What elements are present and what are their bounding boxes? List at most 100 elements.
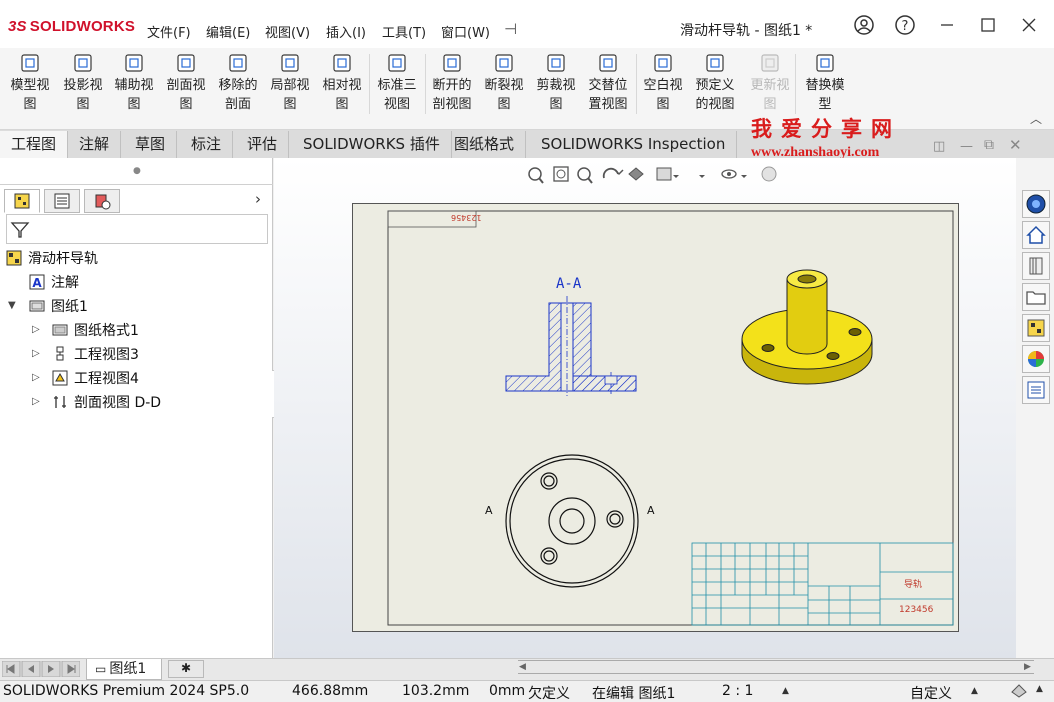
tab-annotation[interactable]: 注解: [68, 131, 122, 158]
ribbon-button-break-view[interactable]: 断裂视图: [480, 52, 528, 116]
status-units[interactable]: 自定义: [910, 683, 952, 702]
ribbon-label-line2: 图: [23, 97, 37, 112]
collapse-arrow-icon[interactable]: ▼: [8, 300, 16, 311]
ribbon-label-line2: 图: [283, 97, 297, 112]
view-close-icon[interactable]: ✕: [1009, 136, 1022, 154]
scale-dropdown-icon[interactable]: ▲: [782, 686, 789, 696]
ribbon-button-standard-3-view[interactable]: 标准三 视图: [373, 52, 421, 116]
solidworks-resources-icon[interactable]: [1022, 190, 1050, 218]
menu-view[interactable]: 视图(V): [265, 22, 310, 41]
tree-filter-box[interactable]: [6, 214, 268, 244]
tree-item-drawing-view4[interactable]: 工程视图4: [52, 368, 139, 390]
home-icon[interactable]: [1022, 221, 1050, 249]
rebuild-status-icon[interactable]: [1010, 682, 1028, 702]
ribbon-button-crop-view[interactable]: 剪裁视图: [532, 52, 580, 116]
propertymanager-tab[interactable]: [44, 189, 80, 213]
tab-solidworks-inspection[interactable]: SOLIDWORKS Inspection: [530, 131, 738, 158]
ribbon-button-model-view[interactable]: 模型视图: [5, 52, 55, 116]
ribbon-button-broken-out-section[interactable]: 断开的 剖视图: [428, 52, 476, 116]
menu-file[interactable]: 文件(F): [147, 22, 191, 41]
solidworks-logo[interactable]: 3S SOLIDWORKS: [8, 18, 135, 35]
panel-divider: [0, 184, 273, 185]
update-view-icon: [761, 54, 779, 72]
tree-item-label: 工程视图4: [74, 371, 139, 387]
design-library-icon[interactable]: [1022, 252, 1050, 280]
horizontal-scrollbar[interactable]: [518, 660, 1034, 674]
ribbon-label-line2: 剖视图: [432, 97, 472, 112]
ribbon-button-removed-section[interactable]: 移除的 剖面: [214, 52, 262, 116]
tab-markup[interactable]: 标注: [180, 131, 234, 158]
ribbon-button-predefined-view[interactable]: 预定义 的视图: [691, 52, 739, 116]
sheet-tab-sheet1[interactable]: ▭ 图纸1: [86, 659, 162, 680]
ribbon-button-projected-view[interactable]: 投影视图: [59, 52, 107, 116]
ribbon-label-line2: 型: [818, 97, 832, 112]
view-palette-icon[interactable]: [1022, 314, 1050, 342]
ribbon-label-line2: 视图: [383, 97, 410, 112]
dimxpert-tab[interactable]: [84, 189, 120, 213]
appearances-icon[interactable]: [1022, 345, 1050, 373]
status-more-icon[interactable]: ▲: [1036, 684, 1043, 694]
file-explorer-icon[interactable]: [1022, 283, 1050, 311]
section-view-icon: [177, 54, 195, 72]
menu-insert[interactable]: 插入(I): [326, 22, 366, 41]
minimize-icon[interactable]: [934, 14, 960, 40]
scroll-left-icon[interactable]: ◀: [519, 662, 526, 672]
expand-arrow-icon[interactable]: ▷: [32, 372, 40, 383]
tab-evaluate[interactable]: 评估: [236, 131, 290, 158]
ribbon-divider: [795, 54, 796, 114]
close-icon[interactable]: [1016, 14, 1042, 40]
ribbon-collapse-icon[interactable]: ︿: [1030, 110, 1042, 127]
pin-icon[interactable]: ⊣: [504, 20, 517, 38]
empty-view-icon: [654, 54, 672, 72]
ribbon-label-line2: 图: [335, 97, 349, 112]
units-dropdown-icon[interactable]: ▲: [971, 686, 978, 696]
help-icon[interactable]: ?: [892, 14, 918, 40]
tree-item-label: 工程视图3: [74, 347, 139, 363]
ribbon-button-alternate-position[interactable]: 交替位 置视图: [584, 52, 632, 116]
ribbon-label-line1: 辅助视: [114, 78, 154, 93]
status-scale[interactable]: 2 : 1: [722, 683, 753, 699]
view-maximize-icon[interactable]: ⧉: [984, 137, 994, 153]
tree-item-sheet[interactable]: 图纸1: [29, 296, 88, 318]
projected-view-icon: [56, 346, 64, 361]
expand-arrow-icon[interactable]: ▷: [32, 324, 40, 335]
ribbon-button-auxiliary-view[interactable]: 辅助视图: [110, 52, 158, 116]
ribbon-button-update-view[interactable]: 更新视图: [746, 52, 794, 116]
ribbon-button-replace-model[interactable]: 替换模型: [801, 52, 849, 116]
tree-root-part[interactable]: 滑动杆导轨: [6, 248, 98, 270]
tree-item-annotations[interactable]: A 注解: [29, 272, 79, 294]
menu-tools[interactable]: 工具(T): [382, 22, 426, 41]
tab-drawing[interactable]: 工程图: [0, 131, 69, 158]
tree-item-sheet-format[interactable]: 图纸格式1: [52, 320, 139, 342]
panel-splitter-handle[interactable]: ●: [133, 166, 141, 176]
view-minimize-icon[interactable]: —: [960, 139, 973, 154]
ribbon-button-relative-view[interactable]: 相对视图: [318, 52, 366, 116]
ribbon-label-line1: 剖面视: [166, 78, 206, 93]
tab-sheet-format[interactable]: 图纸格式: [443, 131, 527, 158]
tab-solidworks-addins[interactable]: SOLIDWORKS 插件: [292, 131, 452, 158]
menu-edit[interactable]: 编辑(E): [206, 22, 250, 41]
ribbon-label-line1: 断开的: [432, 78, 472, 93]
pan-icon: [656, 167, 679, 181]
featuremanager-tab[interactable]: [4, 189, 40, 213]
tree-item-drawing-view3[interactable]: 工程视图3: [52, 344, 139, 366]
chevron-right-icon[interactable]: ›: [255, 190, 261, 208]
ribbon-button-section-view[interactable]: 剖面视图: [162, 52, 210, 116]
expand-arrow-icon[interactable]: ▷: [32, 348, 40, 359]
scroll-right-icon[interactable]: ▶: [1024, 662, 1031, 672]
tab-sketch[interactable]: 草图: [124, 131, 178, 158]
user-icon[interactable]: [851, 14, 877, 40]
custom-properties-icon[interactable]: [1022, 376, 1050, 404]
ribbon-button-detail-view[interactable]: 局部视图: [266, 52, 314, 116]
expand-arrow-icon[interactable]: ▷: [32, 396, 40, 407]
sheet-navigation-buttons[interactable]: [1, 660, 81, 678]
drawing-sheet[interactable]: 123456 A-A A A 导轨 123456: [352, 203, 959, 632]
ribbon-label-line2: 剖面: [224, 97, 251, 112]
ribbon-label-line1: 替换模: [805, 78, 845, 93]
add-sheet-icon[interactable]: ✱: [168, 660, 204, 678]
ribbon-button-empty-view[interactable]: 空白视图: [639, 52, 687, 116]
view-restore-icon[interactable]: ◫: [933, 139, 945, 154]
tree-item-section-view[interactable]: 剖面视图 D-D: [52, 392, 161, 414]
maximize-icon[interactable]: [975, 14, 1001, 40]
menu-window[interactable]: 窗口(W): [441, 22, 490, 41]
